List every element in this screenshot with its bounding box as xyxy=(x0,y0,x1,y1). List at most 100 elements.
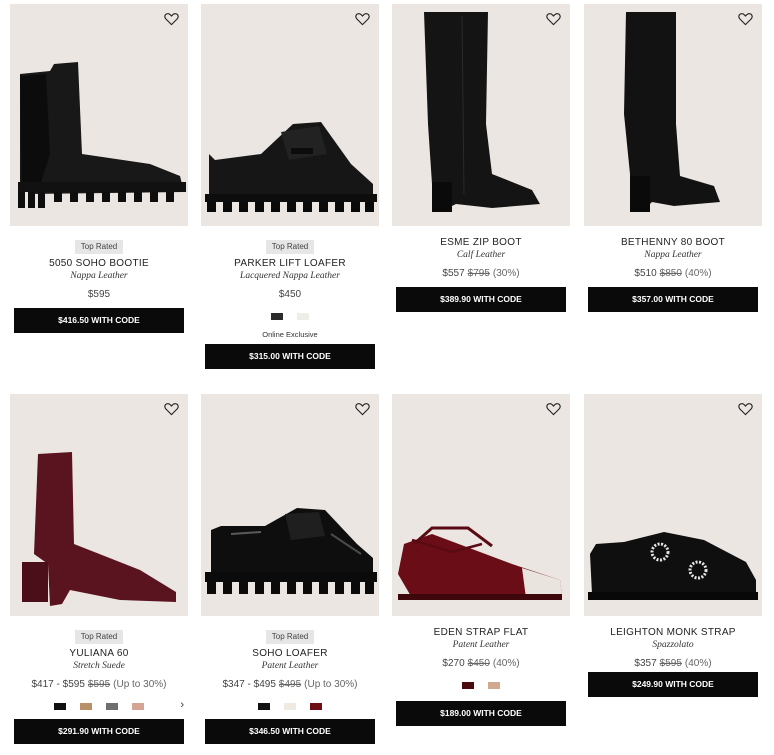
product-name[interactable]: LEIGHTON MONK STRAP xyxy=(584,626,762,639)
discount-percent: (30%) xyxy=(492,268,520,279)
product-card[interactable]: Top Rated SOHO LOAFER Patent Leather $34… xyxy=(201,394,379,744)
original-price: $850 xyxy=(659,268,682,279)
color-swatch-burgundy[interactable] xyxy=(310,702,322,710)
product-image[interactable] xyxy=(10,4,188,226)
product-info: BETHENNY 80 BOOT Nappa Leather $510 $850(… xyxy=(584,226,762,312)
product-image[interactable] xyxy=(201,4,379,226)
product-name[interactable]: 5050 SOHO BOOTIE xyxy=(10,257,188,270)
product-name[interactable]: EDEN STRAP FLAT xyxy=(392,626,570,639)
product-info: Top Rated SOHO LOAFER Patent Leather $34… xyxy=(201,616,379,744)
original-price: $595 xyxy=(659,658,682,669)
discount-percent: (Up to 30%) xyxy=(304,679,358,690)
original-price: $595 xyxy=(87,679,111,690)
code-price-button[interactable]: $346.50 WITH CODE xyxy=(205,719,375,744)
color-swatch-black[interactable] xyxy=(271,312,283,320)
heart-icon[interactable] xyxy=(738,402,753,416)
chevron-right-icon[interactable]: › xyxy=(180,699,184,711)
top-rated-badge: Top Rated xyxy=(74,630,124,644)
code-price-button[interactable]: $189.00 WITH CODE xyxy=(396,701,566,726)
product-material: Lacquered Nappa Leather xyxy=(240,271,340,281)
product-grid: Top Rated 5050 SOHO BOOTIE Nappa Leather… xyxy=(0,0,774,755)
code-price-button[interactable]: $291.90 WITH CODE xyxy=(14,719,184,744)
product-price: $270 $450 (40%) xyxy=(392,657,570,670)
code-price-button[interactable]: $249.90 WITH CODE xyxy=(588,672,758,697)
product-info: EDEN STRAP FLAT Patent Leather $270 $450(… xyxy=(392,616,570,726)
heart-icon[interactable] xyxy=(738,12,753,26)
heart-icon[interactable] xyxy=(164,12,179,26)
product-card[interactable]: Top Rated 5050 SOHO BOOTIE Nappa Leather… xyxy=(10,4,188,333)
color-swatch-nude[interactable] xyxy=(488,681,500,689)
top-rated-badge: Top Rated xyxy=(265,240,315,254)
product-info: LEIGHTON MONK STRAP Spazzolato $357 $595(… xyxy=(584,616,762,697)
heart-icon[interactable] xyxy=(164,402,179,416)
product-material: Nappa Leather xyxy=(70,271,128,281)
current-price: $557 xyxy=(442,268,465,279)
product-image[interactable] xyxy=(392,394,570,616)
product-image[interactable] xyxy=(584,394,762,616)
product-name[interactable]: ESME ZIP BOOT xyxy=(392,236,570,249)
product-price: $450 xyxy=(201,288,379,301)
product-price: $347 - $495 $495 (Up to 30%) xyxy=(201,678,379,691)
color-swatches xyxy=(201,310,379,322)
color-swatch-white[interactable] xyxy=(297,312,309,320)
current-price: $595 xyxy=(87,289,111,300)
product-price: $357 $595 (40%) xyxy=(584,657,762,670)
product-image[interactable] xyxy=(201,394,379,616)
product-material: Patent Leather xyxy=(452,640,510,650)
product-price: $510 $850 (40%) xyxy=(584,267,762,280)
product-name[interactable]: YULIANA 60 xyxy=(10,647,188,660)
product-name[interactable]: BETHENNY 80 BOOT xyxy=(584,236,762,249)
discount-percent: (40%) xyxy=(492,658,520,669)
code-price-button[interactable]: $315.00 WITH CODE xyxy=(205,344,375,369)
product-image[interactable] xyxy=(10,394,188,616)
knee-boot-image xyxy=(424,12,540,212)
product-card[interactable]: ESME ZIP BOOT Calf Leather $557 $795 (30%)… xyxy=(392,4,570,312)
current-price: $357 xyxy=(634,658,657,669)
product-price: $595 xyxy=(10,288,188,301)
color-swatch-tan[interactable] xyxy=(80,702,92,710)
current-price: $450 xyxy=(278,289,302,300)
top-rated-badge: Top Rated xyxy=(74,240,124,254)
product-card[interactable]: EDEN STRAP FLAT Patent Leather $270 $450(… xyxy=(392,394,570,726)
original-price: $495 xyxy=(278,679,302,690)
product-name[interactable]: SOHO LOAFER xyxy=(201,647,379,660)
heart-icon[interactable] xyxy=(355,12,370,26)
color-swatch-grey[interactable] xyxy=(106,702,118,710)
product-card[interactable]: BETHENNY 80 BOOT Nappa Leather $510 $850(… xyxy=(584,4,762,312)
product-image[interactable] xyxy=(392,4,570,226)
code-price-button[interactable]: $389.90 WITH CODE xyxy=(396,287,566,312)
heart-icon[interactable] xyxy=(355,402,370,416)
color-swatch-black[interactable] xyxy=(258,702,270,710)
discount-percent: (40%) xyxy=(684,658,712,669)
color-swatch-black[interactable] xyxy=(54,702,66,710)
current-price: $417 - $595 xyxy=(31,679,85,690)
product-material: Nappa Leather xyxy=(644,250,702,260)
product-card[interactable]: Top Rated PARKER LIFT LOAFER Lacquered N… xyxy=(201,4,379,369)
product-material: Patent Leather xyxy=(261,661,319,671)
patent-loafer-image xyxy=(205,508,377,594)
color-swatch-blush[interactable] xyxy=(132,702,144,710)
product-info: Top Rated YULIANA 60 Stretch Suede $417 … xyxy=(10,616,188,744)
online-exclusive-label: Online Exclusive xyxy=(262,330,318,339)
product-image[interactable] xyxy=(584,4,762,226)
discount-percent: (Up to 30%) xyxy=(113,679,167,690)
current-price: $347 - $495 xyxy=(222,679,276,690)
product-price: $417 - $595 $595 (Up to 30%) xyxy=(10,678,188,691)
product-material: Calf Leather xyxy=(456,250,506,260)
original-price: $795 xyxy=(467,268,490,279)
color-swatch-cream[interactable] xyxy=(284,702,296,710)
code-price-button[interactable]: $357.00 WITH CODE xyxy=(588,287,758,312)
color-swatches xyxy=(201,700,379,712)
original-price: $450 xyxy=(467,658,490,669)
top-rated-badge: Top Rated xyxy=(265,630,315,644)
strap-flat-image xyxy=(398,526,562,600)
product-card[interactable]: Top Rated YULIANA 60 Stretch Suede $417 … xyxy=(10,394,188,744)
product-material: Spazzolato xyxy=(652,640,694,650)
heart-icon[interactable] xyxy=(546,402,561,416)
product-card[interactable]: LEIGHTON MONK STRAP Spazzolato $357 $595(… xyxy=(584,394,762,697)
heart-icon[interactable] xyxy=(546,12,561,26)
code-price-button[interactable]: $416.50 WITH CODE xyxy=(14,308,184,333)
product-name[interactable]: PARKER LIFT LOAFER xyxy=(201,257,379,270)
product-info: Top Rated PARKER LIFT LOAFER Lacquered N… xyxy=(201,226,379,369)
color-swatch-burgundy[interactable] xyxy=(462,681,474,689)
